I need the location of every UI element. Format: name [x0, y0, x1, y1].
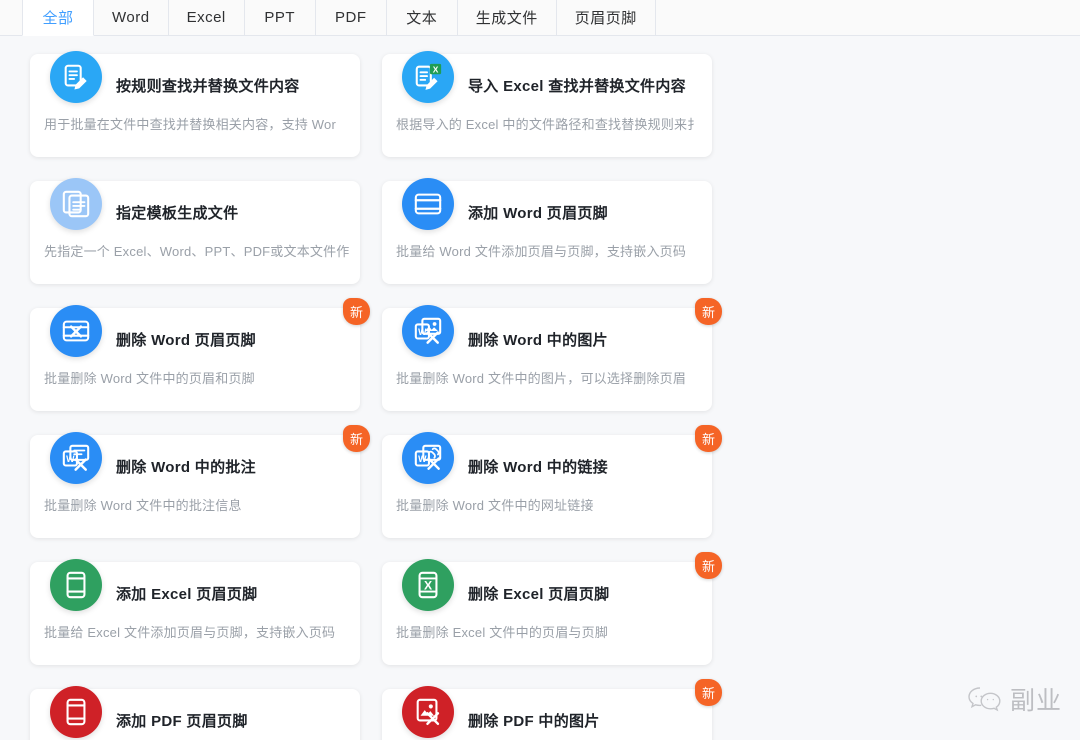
svg-text:W: W: [418, 454, 427, 464]
category-tabbar[interactable]: 全部WordExcelPPTPDF文本生成文件页眉页脚: [0, 0, 1080, 36]
card-header: W 删除 Word 中的批注: [44, 435, 346, 497]
new-badge: 新: [343, 298, 370, 325]
tab-生成文件[interactable]: 生成文件: [457, 0, 557, 35]
card-title: 删除 Word 中的链接: [468, 456, 608, 477]
doc-edit-icon: [50, 51, 102, 103]
card-title: 添加 Word 页眉页脚: [468, 202, 608, 223]
card-title: 删除 PDF 中的图片: [468, 710, 600, 731]
tab-Excel[interactable]: Excel: [168, 0, 245, 35]
card-title: 添加 PDF 页眉页脚: [116, 710, 248, 731]
card-title: 删除 Word 中的批注: [116, 456, 256, 477]
card-header: 按规则查找并替换文件内容: [44, 54, 346, 116]
excel-header-footer-icon: [50, 559, 102, 611]
card-title: 删除 Word 中的图片: [468, 329, 608, 350]
pdf-header-footer-icon: [50, 686, 102, 738]
tab-all[interactable]: 全部: [22, 0, 94, 36]
tool-card[interactable]: X删除 Excel 页眉页脚批量删除 Excel 文件中的页眉与页脚新: [382, 562, 712, 665]
card-title: 按规则查找并替换文件内容: [116, 75, 300, 96]
svg-text:W: W: [66, 454, 75, 464]
card-header: 添加 PDF 页眉页脚: [44, 689, 346, 740]
word-comment-delete-icon: W: [50, 432, 102, 484]
card-header: W 删除 Word 中的图片: [396, 308, 698, 370]
card-header: X 删除 Excel 页眉页脚: [396, 562, 698, 624]
new-badge: 新: [695, 679, 722, 706]
svg-text:X: X: [433, 64, 439, 74]
template-copy-icon: [50, 178, 102, 230]
tab-Word[interactable]: Word: [93, 0, 169, 35]
new-badge: 新: [695, 425, 722, 452]
word-link-delete-icon: W: [402, 432, 454, 484]
tool-card[interactable]: W删除 Word 中的批注批量删除 Word 文件中的批注信息新: [30, 435, 360, 538]
new-badge: 新: [695, 298, 722, 325]
new-badge: 新: [695, 552, 722, 579]
card-title: 删除 Word 页眉页脚: [116, 329, 256, 350]
svg-text:W: W: [418, 327, 427, 337]
card-description: 批量删除 Word 文件中的批注信息: [44, 495, 350, 514]
tool-card[interactable]: X 导入 Excel 查找并替换文件内容根据导入的 Excel 中的文件路径和查找…: [382, 54, 712, 157]
svg-text:X: X: [424, 579, 433, 593]
card-header: W 删除 Word 中的链接: [396, 435, 698, 497]
new-badge: 新: [343, 425, 370, 452]
tool-card[interactable]: 指定模板生成文件先指定一个 Excel、Word、PPT、PDF或文本文件作: [30, 181, 360, 284]
card-header: X 导入 Excel 查找并替换文件内容: [396, 54, 698, 116]
header-footer-delete-icon: [50, 305, 102, 357]
card-description: 批量给 Word 文件添加页眉与页脚，支持嵌入页码: [396, 241, 702, 260]
tab-PDF[interactable]: PDF: [315, 0, 387, 35]
card-title: 指定模板生成文件: [116, 202, 238, 223]
doc-excel-edit-icon: X: [402, 51, 454, 103]
card-header: 添加 Word 页眉页脚: [396, 181, 698, 243]
card-title: 导入 Excel 查找并替换文件内容: [468, 75, 686, 96]
card-description: 批量删除 Word 文件中的网址链接: [396, 495, 702, 514]
card-title: 添加 Excel 页眉页脚: [116, 583, 257, 604]
tab-文本[interactable]: 文本: [386, 0, 458, 35]
tab-页眉页脚[interactable]: 页眉页脚: [556, 0, 656, 35]
tool-card-grid: 按规则查找并替换文件内容用于批量在文件中查找并替换相关内容，支持 Wor X 导入 …: [0, 36, 1080, 740]
tab-PPT[interactable]: PPT: [244, 0, 316, 35]
tool-card[interactable]: 删除 PDF 中的图片批量删除 PDF 文件中的图片新: [382, 689, 712, 740]
card-description: 批量删除 Excel 文件中的页眉与页脚: [396, 622, 702, 641]
tool-card[interactable]: 按规则查找并替换文件内容用于批量在文件中查找并替换相关内容，支持 Wor: [30, 54, 360, 157]
pdf-image-delete-icon: [402, 686, 454, 738]
card-description: 批量给 Excel 文件添加页眉与页脚，支持嵌入页码: [44, 622, 350, 641]
card-title: 删除 Excel 页眉页脚: [468, 583, 609, 604]
tool-card[interactable]: 添加 Excel 页眉页脚批量给 Excel 文件添加页眉与页脚，支持嵌入页码: [30, 562, 360, 665]
card-header: 删除 PDF 中的图片: [396, 689, 698, 740]
tool-card[interactable]: 添加 PDF 页眉页脚批量给 PDF 文件添加页眉与页脚，支持嵌入页码: [30, 689, 360, 740]
card-description: 先指定一个 Excel、Word、PPT、PDF或文本文件作: [44, 241, 350, 260]
card-description: 用于批量在文件中查找并替换相关内容，支持 Wor: [44, 114, 350, 133]
word-image-delete-icon: W: [402, 305, 454, 357]
header-footer-icon: [402, 178, 454, 230]
excel-header-footer-delete-icon: X: [402, 559, 454, 611]
tool-card[interactable]: 添加 Word 页眉页脚批量给 Word 文件添加页眉与页脚，支持嵌入页码: [382, 181, 712, 284]
tool-card[interactable]: W删除 Word 中的链接批量删除 Word 文件中的网址链接新: [382, 435, 712, 538]
card-description: 根据导入的 Excel 中的文件路径和查找替换规则来扌: [396, 114, 702, 133]
card-header: 删除 Word 页眉页脚: [44, 308, 346, 370]
tool-card[interactable]: W删除 Word 中的图片批量删除 Word 文件中的图片，可以选择删除页眉新: [382, 308, 712, 411]
card-header: 添加 Excel 页眉页脚: [44, 562, 346, 624]
card-description: 批量删除 Word 文件中的图片，可以选择删除页眉: [396, 368, 702, 387]
tool-card[interactable]: 删除 Word 页眉页脚批量删除 Word 文件中的页眉和页脚新: [30, 308, 360, 411]
card-description: 批量删除 Word 文件中的页眉和页脚: [44, 368, 350, 387]
card-header: 指定模板生成文件: [44, 181, 346, 243]
